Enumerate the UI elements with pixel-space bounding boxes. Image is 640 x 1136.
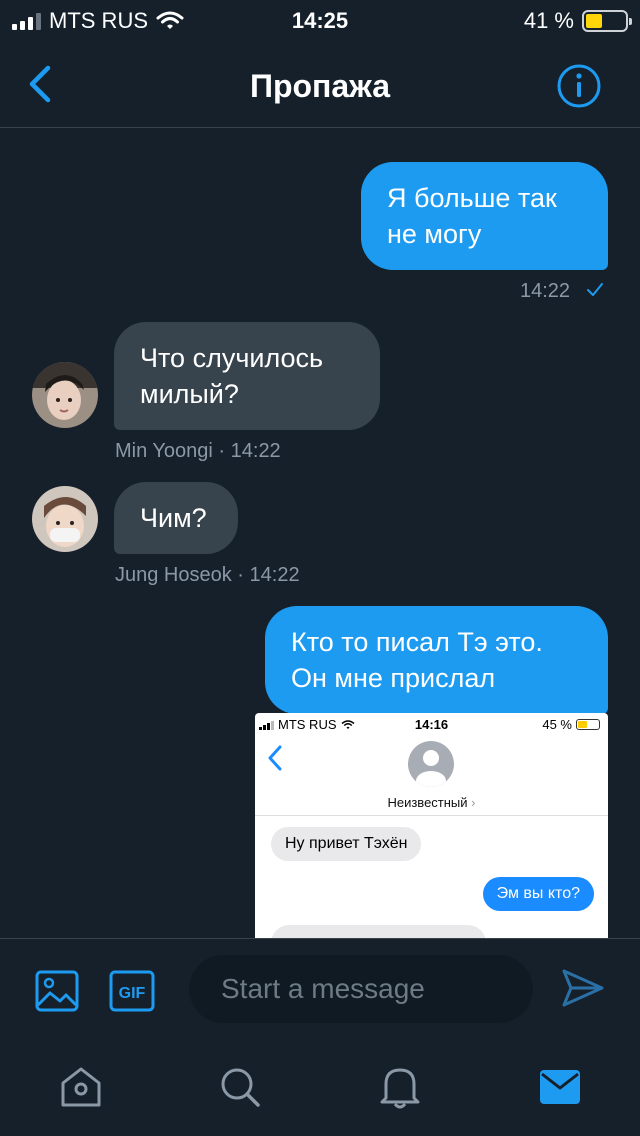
tab-search[interactable] — [215, 1062, 265, 1112]
battery-percent: 41 % — [523, 8, 574, 33]
image-button[interactable] — [34, 969, 80, 1018]
conversation-header: Пропажа — [0, 44, 640, 128]
screenshot-outgoing-message: Эм вы кто? — [482, 877, 594, 911]
bell-icon — [380, 1068, 420, 1109]
message-text-line: Кто то писал Тэ это. — [291, 627, 543, 657]
message-text-line: Я больше так — [387, 183, 557, 213]
message-input[interactable] — [189, 955, 533, 1023]
message-bubble-outgoing[interactable]: Кто то писал Тэ это. Он мне прислал — [265, 606, 608, 714]
message-text-line: Что случилось — [140, 343, 324, 373]
avatar[interactable] — [32, 362, 98, 428]
user-avatar-icon — [32, 362, 98, 428]
divider — [255, 815, 608, 816]
contact-avatar — [408, 741, 454, 787]
back-icon — [268, 745, 282, 771]
message-bubble-incoming[interactable]: Что случилось милый? — [114, 322, 380, 430]
composer-bar: GIF — [0, 938, 640, 1040]
battery-icon — [582, 10, 632, 32]
home-icon — [61, 1067, 101, 1107]
attached-screenshot[interactable]: MTS RUS 14:16 45 % Неизвестный › Ну прив… — [255, 713, 608, 938]
send-button[interactable] — [560, 967, 606, 1014]
tab-messages[interactable] — [535, 1062, 585, 1112]
message-list[interactable]: Я больше так не могу 14:22 Что случилось… — [0, 130, 640, 938]
gif-button[interactable]: GIF — [108, 969, 156, 1018]
mail-icon — [540, 1070, 580, 1104]
screenshot-incoming-message: Ну привет Тэхён — [271, 827, 422, 861]
message-text-line: не могу — [387, 219, 482, 249]
screenshot-status-bar: MTS RUS 14:16 45 % — [255, 713, 608, 735]
message-bubble-outgoing[interactable]: Я больше так не могу — [361, 162, 608, 270]
message-text-line: Чим? — [140, 503, 207, 533]
chevron-right-icon: › — [471, 795, 476, 810]
battery-fill — [578, 721, 587, 728]
battery-fill — [586, 14, 602, 28]
image-icon — [35, 970, 79, 1012]
tab-home[interactable] — [56, 1062, 106, 1112]
send-icon — [562, 969, 604, 1007]
tab-bar — [0, 1040, 640, 1136]
message-text-line: Он мне прислал — [291, 663, 496, 693]
status-bar: MTS RUS 14:25 41 % — [0, 0, 640, 44]
page-title: Пропажа — [249, 68, 391, 104]
gif-label: GIF — [119, 985, 146, 1002]
screenshot-battery-percent: 45 % — [542, 717, 572, 732]
battery-icon — [576, 719, 600, 730]
gif-icon: GIF — [109, 970, 155, 1012]
message-time: 14:22 — [520, 280, 571, 302]
contact-name-text: Неизвестный — [387, 795, 468, 810]
message-sender-time: Min Yoongi · 14:22 — [115, 440, 281, 462]
message-bubble-incoming[interactable]: Чим? — [114, 482, 238, 554]
message-text-line: милый? — [140, 379, 239, 409]
info-icon — [557, 64, 601, 108]
user-avatar-icon — [32, 486, 98, 552]
screenshot-contact-name: Неизвестный › — [255, 795, 608, 810]
screenshot-partial-message — [271, 925, 486, 938]
sent-check-icon — [587, 283, 603, 296]
info-button[interactable] — [556, 63, 602, 109]
avatar[interactable] — [32, 486, 98, 552]
screenshot-status-right: 45 % — [542, 717, 600, 732]
status-right: 41 % — [523, 8, 632, 34]
search-icon — [221, 1068, 260, 1107]
person-placeholder-icon — [416, 750, 446, 787]
message-sender-time: Jung Hoseok · 14:22 — [115, 564, 300, 586]
tab-notifications[interactable] — [375, 1062, 425, 1112]
